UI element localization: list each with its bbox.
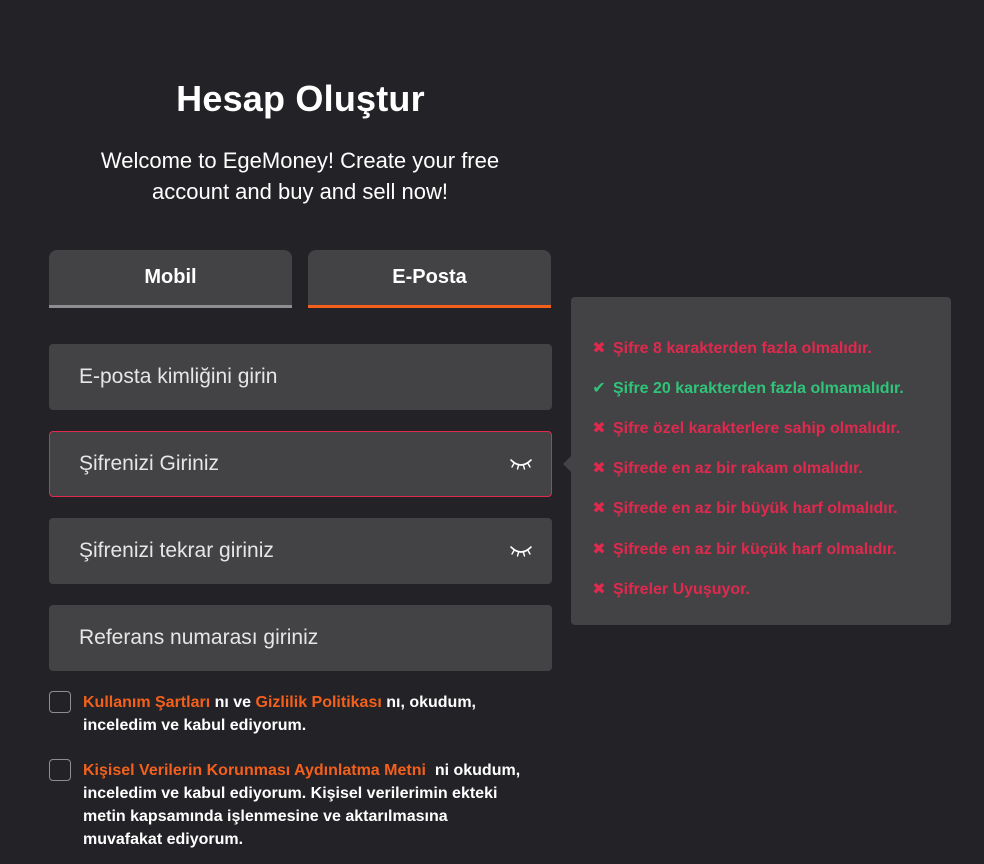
page-subtitle: Welcome to EgeMoney! Create your free ac…	[100, 148, 500, 204]
eye-closed-icon[interactable]	[509, 454, 533, 472]
password-input[interactable]	[79, 432, 499, 496]
eye-closed-icon[interactable]	[509, 541, 533, 559]
kvkk-link[interactable]: Kişisel Verilerin Korunması Aydınlatma M…	[83, 762, 426, 779]
password-repeat-field	[49, 518, 552, 584]
password-field	[49, 431, 552, 497]
rule-lowercase: ✖ Şifrede en az bir küçük harf olmalıdır.	[592, 541, 897, 558]
terms-text-1: nı ve	[210, 694, 256, 711]
popover-arrow	[563, 456, 571, 472]
tab-mobil[interactable]: Mobil	[49, 250, 292, 308]
rule-uppercase: ✖ Şifrede en az bir büyük harf olmalıdır.	[592, 500, 898, 517]
reference-input[interactable]	[79, 606, 499, 670]
cross-icon: ✖	[592, 541, 606, 558]
kvkk-checkbox[interactable]	[49, 759, 71, 781]
terms-consent-text: Kullanım Şartları nı ve Gizlilik Politik…	[83, 691, 523, 737]
cross-icon: ✖	[592, 340, 606, 357]
password-rules-popover: ✖ Şifre 8 karakterden fazla olmalıdır. ✔ Ş…	[571, 297, 951, 625]
rule-max-length: ✔ Şifre 20 karakterden fazla olmamalıdır.	[592, 380, 904, 397]
password-repeat-input[interactable]	[79, 519, 499, 583]
reference-field	[49, 605, 552, 671]
rule-digit: ✖ Şifrede en az bir rakam olmalıdır.	[592, 460, 863, 477]
rule-passwords-match: ✖ Şifreler Uyuşuyor.	[592, 581, 750, 598]
tab-email[interactable]: E-Posta	[308, 250, 551, 308]
signup-page: Hesap Oluştur Welcome to EgeMoney! Creat…	[0, 0, 984, 864]
cross-icon: ✖	[592, 460, 606, 477]
check-icon: ✔	[592, 380, 606, 397]
email-input[interactable]	[79, 345, 499, 409]
privacy-policy-link[interactable]: Gizlilik Politikası	[256, 694, 382, 711]
cross-icon: ✖	[592, 420, 606, 437]
terms-checkbox[interactable]	[49, 691, 71, 713]
cross-icon: ✖	[592, 500, 606, 517]
cross-icon: ✖	[592, 581, 606, 598]
kvkk-consent-text: Kişisel Verilerin Korunması Aydınlatma M…	[83, 759, 523, 851]
terms-link[interactable]: Kullanım Şartları	[83, 694, 210, 711]
page-title: Hesap Oluştur	[176, 78, 425, 119]
rule-special-char: ✖ Şifre özel karakterlere sahip olmalıdır…	[592, 420, 901, 437]
rule-min-length: ✖ Şifre 8 karakterden fazla olmalıdır.	[592, 340, 872, 357]
email-field	[49, 344, 552, 410]
